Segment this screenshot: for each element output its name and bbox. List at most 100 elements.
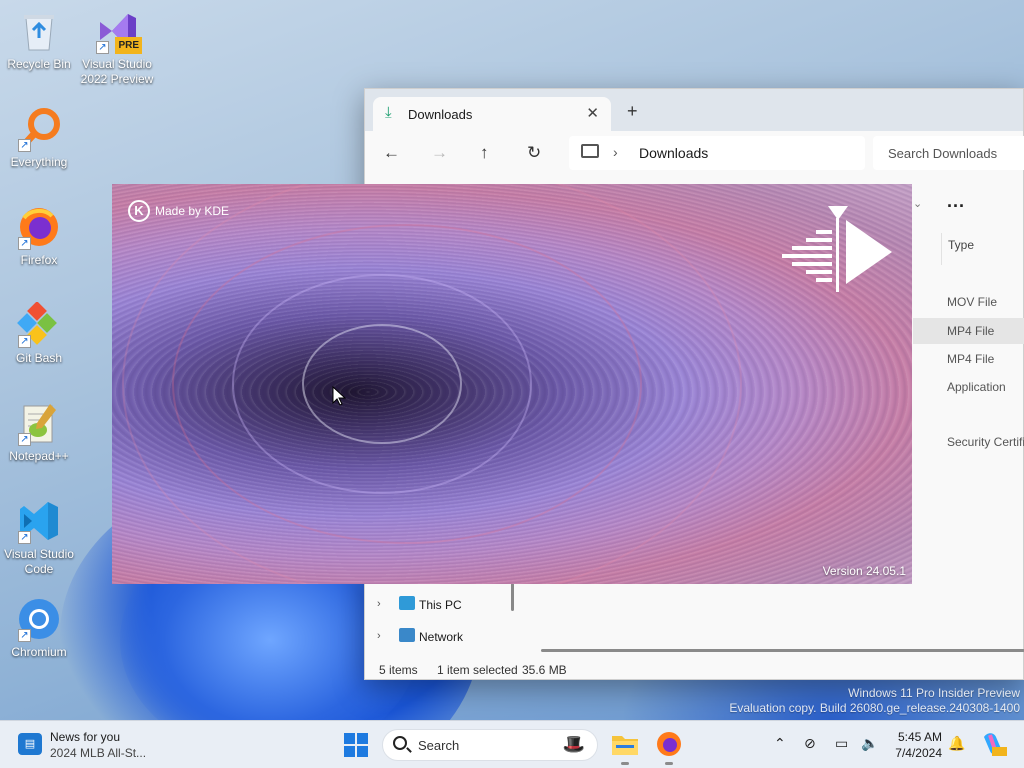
shortcut-arrow-icon: ↗ (18, 237, 31, 250)
swirl-decoration (302, 324, 462, 444)
network-disconnected-icon[interactable]: ⊘ (804, 735, 816, 752)
desktop-icon-recycle-bin[interactable]: Recycle Bin (0, 8, 78, 72)
windows-logo-pane (344, 746, 355, 757)
shortcut-arrow-icon: ↗ (18, 629, 31, 642)
file-type-cell-selected[interactable]: MP4 File (913, 318, 1024, 344)
windows-logo-pane (357, 746, 368, 757)
shortcut-arrow-icon: ↗ (18, 335, 31, 348)
more-options-button[interactable]: ... (947, 191, 965, 212)
search-input[interactable]: Search Downloads (873, 136, 1024, 170)
mouse-cursor-icon (332, 386, 346, 406)
shortcut-arrow-icon: ↗ (96, 41, 109, 54)
firefox-icon: ↗ (16, 204, 62, 250)
pane-splitter[interactable] (511, 583, 514, 611)
search-placeholder: Search Downloads (888, 146, 998, 161)
close-tab-icon[interactable]: ✕ (586, 104, 599, 122)
shortcut-arrow-icon: ↗ (18, 531, 31, 544)
horizontal-scrollbar[interactable] (541, 649, 1024, 652)
made-by-kde-badge: K Made by KDE (128, 200, 229, 222)
taskbar: ▤ News for you 2024 MLB All-St... Search… (0, 720, 1024, 768)
chevron-right-icon: › (613, 144, 618, 160)
desktop-icon-label: Visual Studio Code (4, 547, 74, 576)
news-subtitle: 2024 MLB All-St... (50, 746, 147, 760)
taskbar-search-placeholder: Search (418, 738, 460, 753)
desktop-icon-notepad-plus-plus[interactable]: ↗ Notepad++ (0, 400, 78, 464)
display-icon[interactable]: ▭ (835, 735, 848, 752)
tab-bar: ⤓ Downloads ✕ + (365, 89, 1023, 131)
address-text: Downloads (639, 145, 709, 161)
windows-logo-icon (344, 733, 355, 744)
chevron-down-icon[interactable]: ⌄ (913, 197, 922, 210)
network-icon (399, 628, 415, 642)
address-bar[interactable]: › Downloads (569, 136, 865, 170)
desktop-icon-git-bash[interactable]: ↗ Git Bash (0, 301, 78, 366)
clock-date: 7/4/2024 (895, 746, 942, 760)
tab-label: Downloads (408, 107, 473, 122)
chevron-right-icon[interactable]: › (377, 630, 381, 642)
desktop-icon-label: Notepad++ (9, 449, 69, 463)
file-type-cell[interactable]: MP4 File (913, 346, 1024, 372)
clock[interactable]: 5:45 AM 7/4/2024 (882, 729, 942, 761)
visual-studio-icon: PRE ↗ (94, 8, 142, 54)
search-highlight-hat-icon: 🎩 (562, 734, 585, 754)
kde-logo-icon: K (128, 200, 150, 222)
git-bash-icon: ↗ (16, 301, 62, 348)
status-bar: 5 items 1 item selected 35.6 MB (365, 659, 1024, 681)
copilot-preview-button[interactable] (978, 729, 1008, 759)
column-header-type[interactable]: Type (941, 233, 1024, 265)
kdenlive-logo-icon (782, 206, 892, 292)
back-arrow-icon[interactable]: ← (383, 143, 400, 163)
vscode-icon: ↗ (16, 498, 62, 544)
shortcut-arrow-icon: ↗ (18, 433, 31, 446)
desktop-icon-chromium[interactable]: ↗ Chromium (0, 596, 78, 660)
new-tab-icon[interactable]: + (627, 101, 638, 122)
version-label: Version 24.05.1 (822, 564, 906, 578)
notification-bell-icon[interactable]: 🔔 (948, 735, 965, 752)
up-arrow-icon[interactable]: ↑ (480, 143, 489, 163)
kde-badge-text: Made by KDE (155, 204, 230, 218)
desktop-icon-label: Chromium (11, 645, 67, 659)
taskbar-file-explorer[interactable] (610, 729, 640, 765)
notepad-plus-plus-icon: ↗ (16, 400, 62, 446)
tab-downloads[interactable]: ⤓ Downloads ✕ (373, 97, 611, 131)
watermark-line: Evaluation copy. Build 26080.ge_release.… (729, 701, 1020, 715)
desktop-icon-label: Recycle Bin (7, 57, 71, 71)
shortcut-arrow-icon: ↗ (18, 139, 31, 152)
nav-item-network[interactable]: › Network (377, 623, 507, 651)
taskbar-search-input[interactable]: Search 🎩 (382, 729, 598, 761)
file-type-cell[interactable]: Application (913, 374, 1024, 400)
download-icon: ⤓ (385, 104, 392, 121)
windows-watermark: Windows 11 Pro Insider Preview Evaluatio… (729, 686, 1020, 716)
desktop-icon-firefox[interactable]: ↗ Firefox (0, 204, 78, 268)
nav-item-this-pc[interactable]: › This PC (377, 591, 507, 619)
taskbar-firefox[interactable] (654, 729, 684, 765)
windows-logo-pane (357, 733, 368, 744)
computer-icon (399, 596, 415, 610)
desktop-icon-label: Visual Studio 2022 Preview (80, 57, 154, 86)
file-type-cell[interactable]: MOV File (913, 289, 1024, 315)
desktop-icon-visual-studio-code[interactable]: ↗ Visual Studio Code (0, 498, 78, 577)
chevron-up-icon[interactable]: ⌃ (774, 735, 786, 752)
desktop-icon-visual-studio-2022-preview[interactable]: PRE ↗ Visual Studio 2022 Preview (78, 8, 156, 87)
nav-item-label: Network (419, 630, 464, 644)
nav-item-label: This PC (419, 598, 462, 612)
recycle-bin-icon (16, 8, 62, 54)
volume-muted-icon[interactable]: 🔈 (861, 735, 878, 752)
refresh-icon[interactable]: ↻ (527, 143, 541, 163)
news-widget[interactable]: ▤ News for you 2024 MLB All-St... (16, 729, 166, 763)
start-button[interactable] (344, 733, 368, 757)
running-indicator (665, 762, 673, 765)
folder-icon (612, 736, 638, 755)
desktop-icon-label: Everything (10, 155, 68, 169)
status-selected: 1 item selected (437, 663, 518, 677)
desktop-icon-label: Git Bash (15, 351, 63, 365)
computer-icon (581, 144, 599, 158)
chevron-right-icon[interactable]: › (377, 598, 381, 610)
news-title: News for you (50, 730, 121, 744)
desktop-icon-everything[interactable]: ↗ Everything (0, 106, 78, 170)
chromium-icon: ↗ (16, 596, 62, 642)
file-type-cell[interactable]: Security Certifi (913, 429, 1024, 455)
status-item-count: 5 items (379, 663, 418, 677)
watermark-line: Windows 11 Pro Insider Preview (848, 686, 1020, 700)
forward-arrow-icon[interactable]: → (431, 143, 448, 163)
